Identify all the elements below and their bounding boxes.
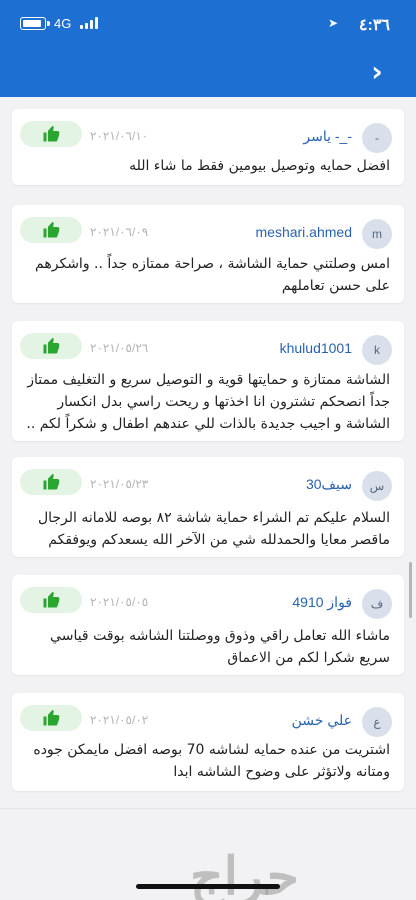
scrollbar[interactable] xyxy=(409,562,412,618)
review-card: - -_- ياسر ٢٠٢١/٠٦/١٠ افضل حمايه وتوصيل … xyxy=(12,109,404,185)
like-badge xyxy=(20,217,82,243)
review-text: السلام عليكم تم الشراء حماية شاشة ٨٢ بوص… xyxy=(37,510,390,548)
review-date: ٢٠٢١/٠٥/٢٦ xyxy=(90,341,149,355)
battery-icon xyxy=(20,17,50,30)
thumbs-up-icon xyxy=(43,591,60,608)
review-text: افضل حمايه وتوصيل بيومين فقط ما شاء الله xyxy=(129,158,390,174)
review-text: ماشاء الله تعامل راقي وذوق ووصلتنا الشاش… xyxy=(50,628,390,666)
like-badge xyxy=(20,469,82,495)
review-date: ٢٠٢١/٠٥/٠٢ xyxy=(90,713,149,727)
review-card: ف فواز 4910 ٢٠٢١/٠٥/٠٥ ماشاء الله تعامل … xyxy=(12,575,404,675)
review-date: ٢٠٢١/٠٥/٢٣ xyxy=(90,477,149,491)
thumbs-up-icon xyxy=(43,221,60,238)
like-badge xyxy=(20,333,82,359)
avatar: ف xyxy=(362,589,392,619)
avatar: - xyxy=(362,123,392,153)
review-text: الشاشة ممتازة و حمايتها قوية و التوصيل س… xyxy=(26,372,390,432)
like-badge xyxy=(20,705,82,731)
review-card: m meshari.ahmed ٢٠٢١/٠٦/٠٩ امس وصلتني حم… xyxy=(12,205,404,303)
review-card: k khulud1001 ٢٠٢١/٠٥/٢٦ الشاشة ممتازة و … xyxy=(12,321,404,441)
thumbs-up-icon xyxy=(43,125,60,142)
home-indicator[interactable] xyxy=(136,884,280,889)
review-text: امس وصلتني حماية الشاشة ، صراحة ممتازه ج… xyxy=(35,256,390,294)
thumbs-up-icon xyxy=(43,473,60,490)
thumbs-up-icon xyxy=(43,337,60,354)
avatar: k xyxy=(362,335,392,365)
status-time: ٤:٣٦ xyxy=(358,17,390,34)
review-username[interactable]: سيف30 xyxy=(306,476,352,493)
thumbs-up-icon xyxy=(43,709,60,726)
review-card: س سيف30 ٢٠٢١/٠٥/٢٣ السلام عليكم تم الشرا… xyxy=(12,457,404,557)
review-card: ع علي خشن ٢٠٢١/٠٥/٠٢ اشتريت من عنده حماي… xyxy=(12,693,404,791)
signal-icon xyxy=(80,17,98,29)
review-date: ٢٠٢١/٠٦/٠٩ xyxy=(90,225,149,239)
review-username[interactable]: -_- ياسر xyxy=(303,128,352,145)
review-username[interactable]: meshari.ahmed xyxy=(256,224,353,240)
watermark-logo: حراج xyxy=(190,846,301,900)
app-header: 4G ➤ ٤:٣٦ › xyxy=(0,0,416,97)
divider xyxy=(0,808,416,809)
chevron-right-icon[interactable]: › xyxy=(366,58,388,86)
review-username[interactable]: علي خشن xyxy=(292,712,352,729)
like-badge xyxy=(20,121,82,147)
like-badge xyxy=(20,587,82,613)
review-text: اشتريت من عنده حمايه لشاشه 70 بوصه افضل … xyxy=(33,742,390,780)
avatar: ع xyxy=(362,707,392,737)
network-label: 4G xyxy=(54,16,72,31)
status-bar: 4G ➤ ٤:٣٦ xyxy=(0,0,416,48)
review-date: ٢٠٢١/٠٥/٠٥ xyxy=(90,595,149,609)
avatar: س xyxy=(362,471,392,501)
review-username[interactable]: khulud1001 xyxy=(280,340,352,356)
location-arrow-icon: ➤ xyxy=(327,16,338,30)
avatar: m xyxy=(362,219,392,249)
review-date: ٢٠٢١/٠٦/١٠ xyxy=(90,129,149,143)
review-username[interactable]: فواز 4910 xyxy=(292,594,352,611)
